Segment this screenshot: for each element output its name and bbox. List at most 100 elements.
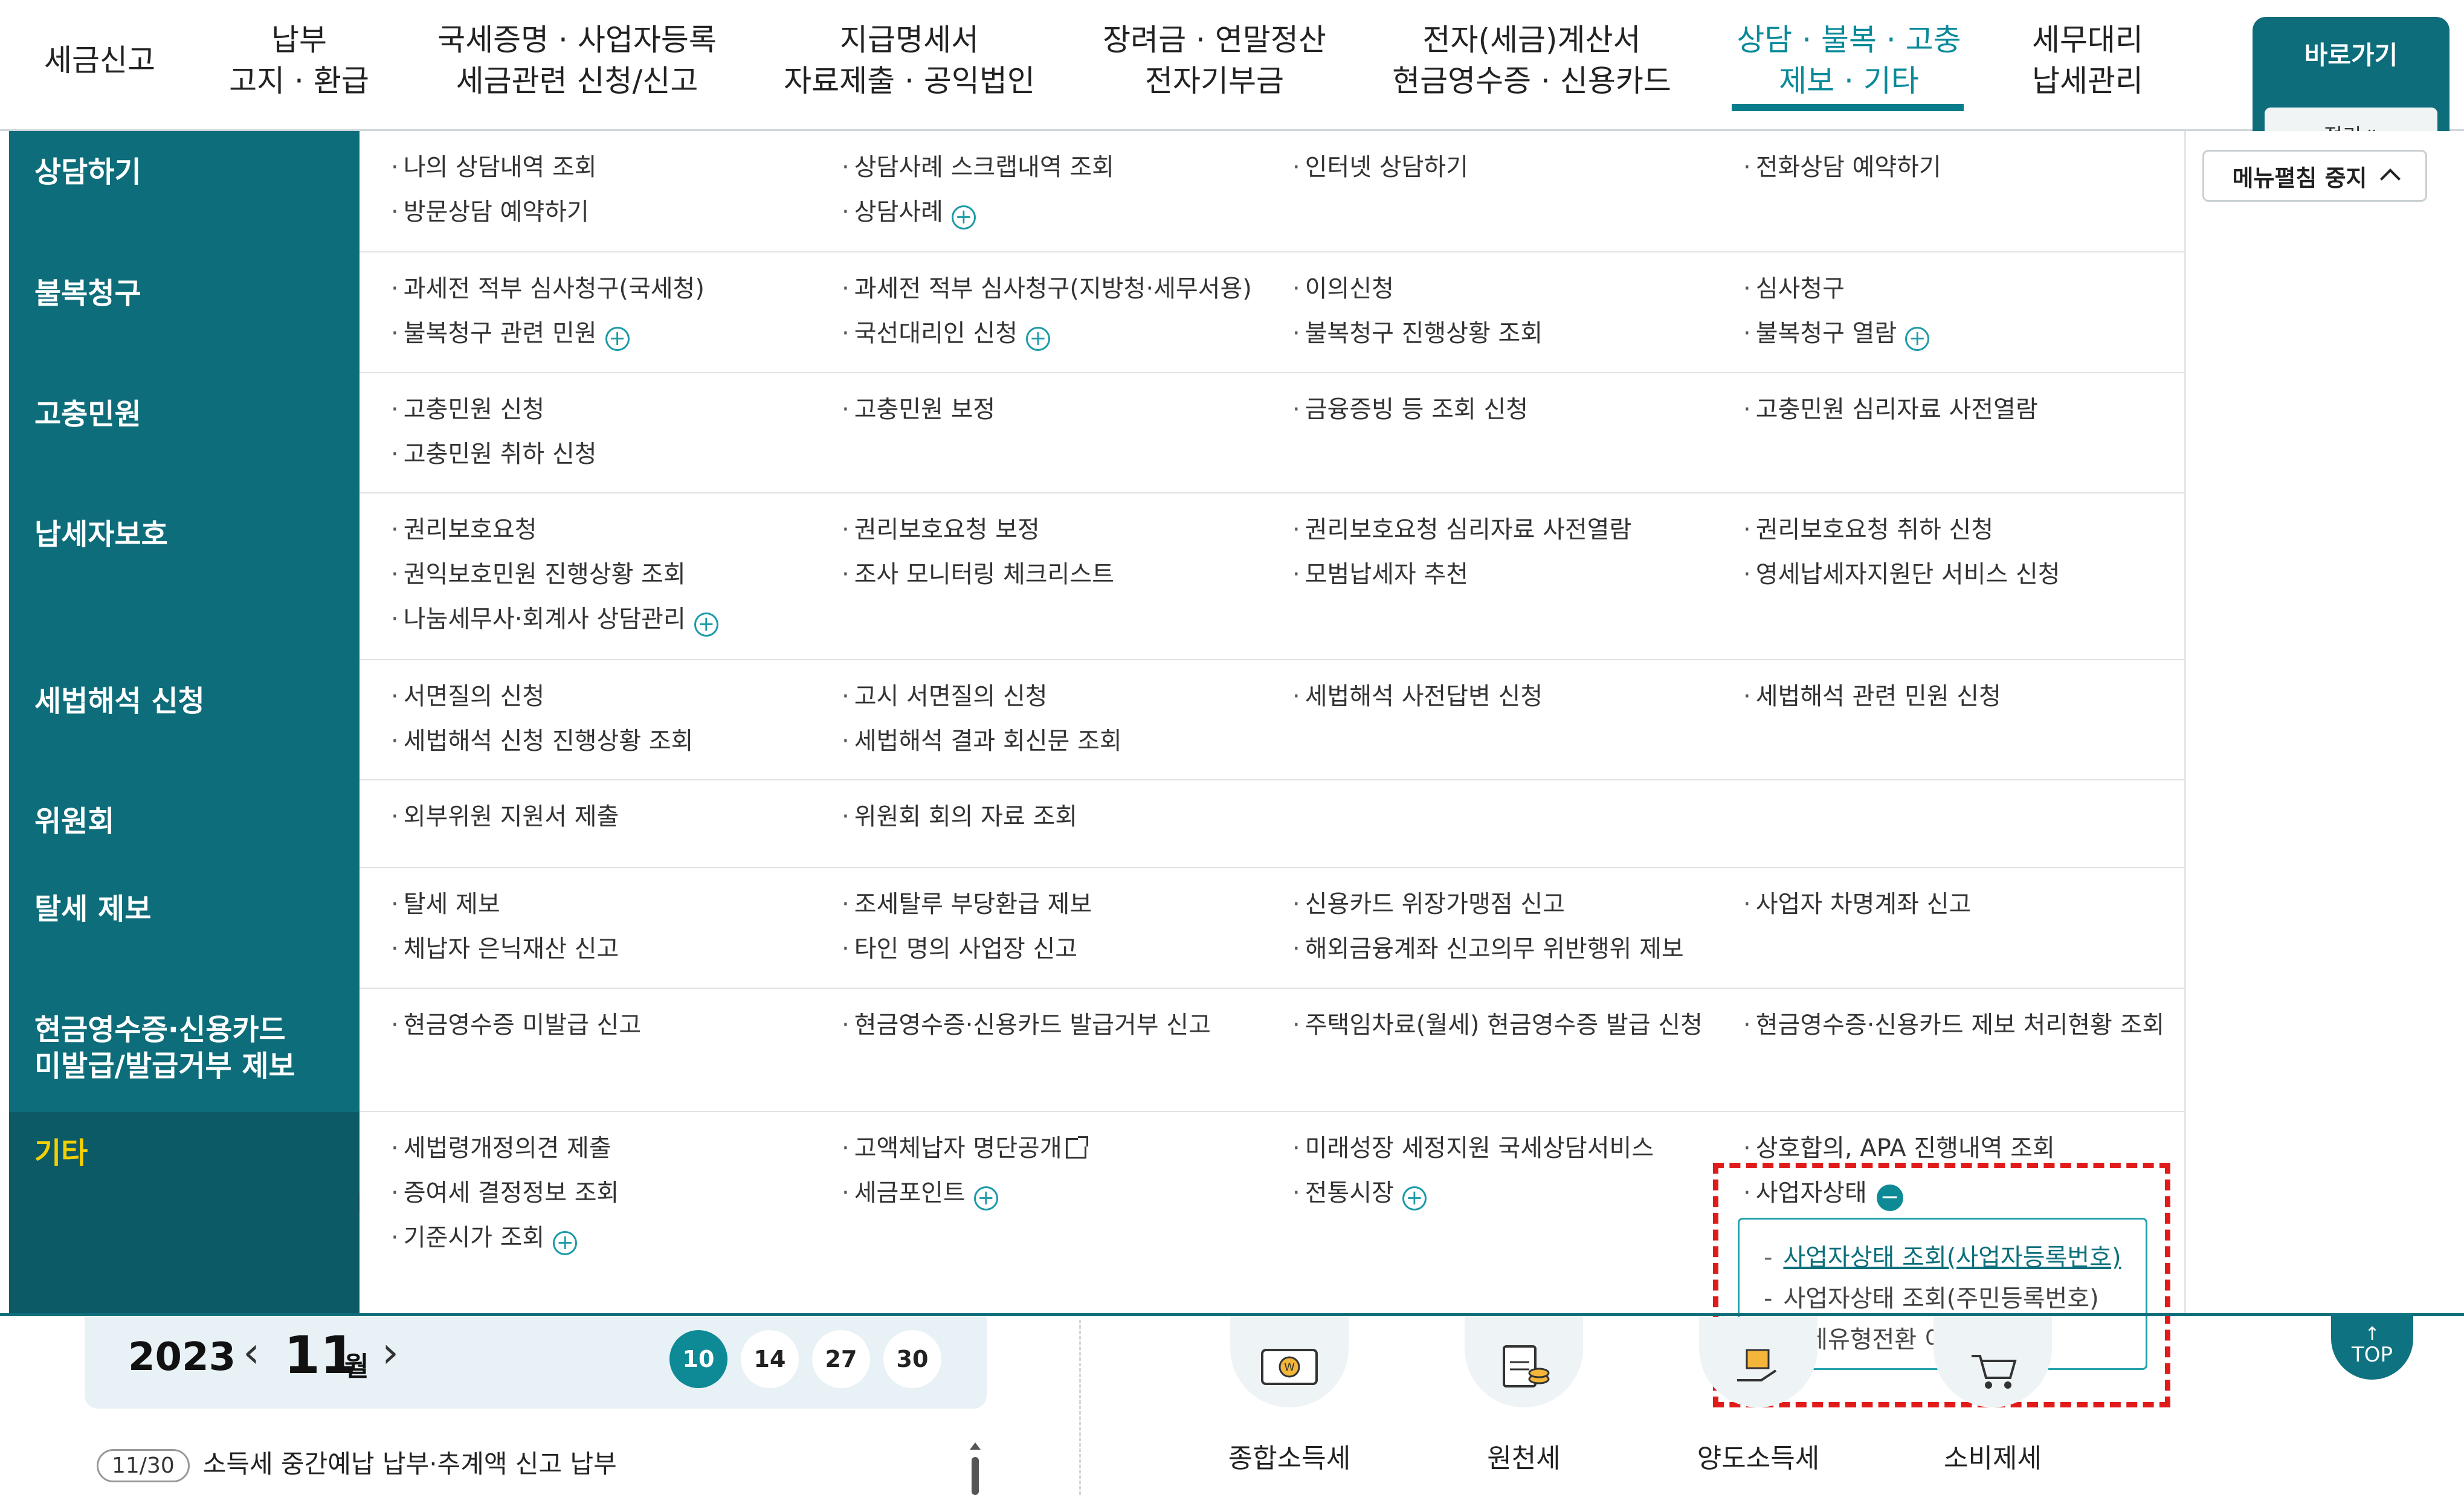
- menu-item[interactable]: · 세법해석 신청 진행상황 조회: [391, 727, 693, 756]
- menu-item[interactable]: · 고충민원 보정: [842, 395, 995, 424]
- menu-item[interactable]: · 현금영수증·신용카드 발급거부 신고: [842, 1011, 1211, 1040]
- menu-item[interactable]: · 고시 서면질의 신청: [842, 682, 1048, 711]
- menu-item[interactable]: · 세법해석 결과 회신문 조회: [842, 727, 1122, 756]
- service-withholding-tax[interactable]: 원천세: [1433, 1317, 1614, 1495]
- menu-item[interactable]: · 방문상담 예약하기: [391, 198, 589, 227]
- menu-item[interactable]: · 체납자 은닉재산 신고: [391, 934, 619, 963]
- category-consult[interactable]: 상담하기: [9, 131, 360, 252]
- expand-plus-icon[interactable]: +: [1402, 1186, 1427, 1210]
- menu-item[interactable]: · 고액체납자 명단공개: [842, 1134, 1088, 1163]
- prev-month-chevron-icon[interactable]: ‹: [243, 1328, 260, 1377]
- menu-item[interactable]: · 타인 명의 사업장 신고: [842, 934, 1077, 963]
- nav-payment-statement[interactable]: 지급명세서 자료제출 · 공익법인: [773, 0, 1045, 121]
- scroll-to-top-button[interactable]: ↑ TOP: [2331, 1313, 2413, 1380]
- menu-item[interactable]: · 권익보호민원 진행상황 조회: [391, 560, 686, 589]
- nav-tax-filing[interactable]: 세금신고: [24, 0, 175, 121]
- expand-plus-icon[interactable]: +: [553, 1231, 578, 1255]
- service-global-income-tax[interactable]: W 종합소득세: [1199, 1317, 1380, 1495]
- calendar-year: 2023: [128, 1335, 236, 1380]
- menu-item[interactable]: · 모범납세자 추천: [1292, 560, 1468, 589]
- nav-payment[interactable]: 납부 고지 · 환급: [218, 0, 381, 121]
- category-tax-interpretation[interactable]: 세법해석 신청: [9, 660, 360, 780]
- scroll-up-icon[interactable]: [970, 1442, 981, 1450]
- menu-item[interactable]: · 사업자 차명계좌 신고: [1743, 890, 1971, 919]
- calendar-day[interactable]: 14: [741, 1330, 799, 1388]
- menu-item[interactable]: · 이의신청: [1292, 274, 1394, 303]
- nav-incentive[interactable]: 장려금 · 연말정산 전자기부금: [1088, 0, 1341, 121]
- menu-item[interactable]: · 주택임차료(월세) 현금영수증 발급 신청: [1292, 1011, 1703, 1040]
- service-capital-gains-tax[interactable]: 양도소득세: [1668, 1317, 1849, 1495]
- menu-item[interactable]: · 서면질의 신청: [391, 682, 544, 711]
- category-committee[interactable]: 위원회: [9, 780, 360, 868]
- menu-item[interactable]: · 나눔세무사·회계사 상담관리 +: [391, 605, 718, 637]
- menu-item[interactable]: · 권리보호요청 보정: [842, 515, 1040, 544]
- menu-item[interactable]: · 해외금융계좌 신고의무 위반행위 제보: [1292, 934, 1684, 963]
- category-tax-evasion-report[interactable]: 탈세 제보: [9, 868, 360, 989]
- menu-item[interactable]: · 외부위원 지원서 제출: [391, 802, 619, 831]
- scrollbar-thumb[interactable]: [972, 1457, 979, 1495]
- menu-item[interactable]: · 금융증빙 등 조회 신청: [1292, 395, 1528, 424]
- menu-item[interactable]: · 심사청구: [1743, 274, 1845, 303]
- menu-item[interactable]: · 신용카드 위장가맹점 신고: [1292, 890, 1565, 919]
- menu-item[interactable]: · 탈세 제보: [391, 890, 500, 919]
- category-grievance[interactable]: 고충민원: [9, 373, 360, 494]
- category-appeal[interactable]: 불복청구: [9, 252, 360, 373]
- menu-item[interactable]: · 권리보호요청: [391, 515, 537, 544]
- menu-item[interactable]: · 상호합의, APA 진행내역 조회: [1743, 1134, 2055, 1163]
- menu-item[interactable]: · 불복청구 진행상황 조회: [1292, 319, 1543, 348]
- shortcut-button[interactable]: 바로가기: [2253, 17, 2449, 89]
- nav-tax-agent[interactable]: 세무대리 납세관리: [2018, 0, 2157, 121]
- nav-e-invoice[interactable]: 전자(세금)계산서 현금영수증 · 신용카드: [1384, 0, 1680, 121]
- menu-item[interactable]: · 기준시가 조회 +: [391, 1223, 578, 1255]
- expand-plus-icon[interactable]: +: [694, 612, 718, 637]
- menu-expand-toggle-button[interactable]: 메뉴펼침 중지: [2202, 150, 2427, 202]
- menu-item[interactable]: · 증여세 결정정보 조회: [391, 1178, 619, 1207]
- expand-plus-icon[interactable]: +: [973, 1186, 998, 1210]
- calendar-day[interactable]: 27: [812, 1330, 870, 1388]
- nav-consult-appeal[interactable]: 상담 · 불복 · 고충 제보 · 기타: [1716, 0, 1982, 121]
- schedule-item[interactable]: 11/30 소득세 중간예납 납부·추계액 신고 납부: [97, 1444, 617, 1482]
- menu-item[interactable]: · 국선대리인 신청 +: [842, 319, 1051, 351]
- menu-item[interactable]: · 세금포인트 +: [842, 1178, 998, 1210]
- menu-item[interactable]: · 세법해석 관련 민원 신청: [1743, 682, 2001, 711]
- menu-item[interactable]: · 과세전 적부 심사청구(국세청): [391, 274, 705, 303]
- nav-certificate[interactable]: 국세증명 · 사업자등록 세금관련 신청/신고: [423, 0, 731, 121]
- menu-item[interactable]: · 고충민원 취하 신청: [391, 440, 597, 469]
- menu-item[interactable]: · 불복청구 관련 민원 +: [391, 319, 630, 351]
- next-month-chevron-icon[interactable]: ›: [382, 1328, 399, 1377]
- menu-item[interactable]: · 영세납세자지원단 서비스 신청: [1743, 560, 2060, 589]
- expand-plus-icon[interactable]: +: [951, 205, 976, 230]
- menu-item[interactable]: · 조사 모니터링 체크리스트: [842, 560, 1114, 589]
- category-etc[interactable]: 기타: [9, 1112, 360, 1315]
- menu-item[interactable]: · 과세전 적부 심사청구(지방청·세무서용): [842, 274, 1252, 303]
- category-taxpayer-protection[interactable]: 납세자보호: [9, 494, 360, 660]
- right-panel: [2184, 131, 2464, 1315]
- menu-item[interactable]: · 현금영수증·신용카드 제보 처리현황 조회: [1743, 1011, 2164, 1040]
- menu-item[interactable]: · 불복청구 열람 +: [1743, 319, 1930, 351]
- expand-plus-icon[interactable]: +: [605, 327, 630, 351]
- menu-item[interactable]: · 권리보호요청 심리자료 사전열람: [1292, 515, 1631, 544]
- menu-item[interactable]: · 세법해석 사전답변 신청: [1292, 682, 1543, 711]
- hand-house-icon: [1699, 1317, 1817, 1407]
- menu-item[interactable]: · 세법령개정의견 제출: [391, 1134, 611, 1163]
- menu-item[interactable]: · 권리보호요청 취하 신청: [1743, 515, 1993, 544]
- calendar-month-unit: 월: [344, 1351, 369, 1382]
- menu-item[interactable]: · 상담사례 스크랩내역 조회: [842, 153, 1114, 182]
- menu-item[interactable]: · 상담사례 +: [842, 198, 976, 230]
- calendar-day-selected[interactable]: 10: [669, 1330, 727, 1388]
- menu-item[interactable]: · 인터넷 상담하기: [1292, 153, 1468, 182]
- service-consumption-tax[interactable]: 소비제세: [1902, 1317, 2083, 1495]
- menu-item[interactable]: · 위원회 회의 자료 조회: [842, 802, 1077, 831]
- expand-plus-icon[interactable]: +: [1905, 327, 1930, 351]
- menu-item[interactable]: · 현금영수증 미발급 신고: [391, 1011, 641, 1040]
- expand-plus-icon[interactable]: +: [1026, 327, 1051, 351]
- menu-item[interactable]: · 고충민원 신청: [391, 395, 544, 424]
- menu-item[interactable]: · 나의 상담내역 조회: [391, 153, 597, 182]
- menu-item[interactable]: · 조세탈루 부당환급 제보: [842, 890, 1092, 919]
- category-cash-receipt-report[interactable]: 현금영수증·신용카드 미발급/발급거부 제보: [9, 989, 360, 1112]
- menu-item[interactable]: · 전화상담 예약하기: [1743, 153, 1941, 182]
- menu-item[interactable]: · 고충민원 심리자료 사전열람: [1743, 395, 2038, 424]
- calendar-day[interactable]: 30: [883, 1330, 941, 1388]
- menu-item[interactable]: · 미래성장 세정지원 국세상담서비스: [1292, 1134, 1654, 1163]
- menu-item[interactable]: · 전통시장 +: [1292, 1178, 1427, 1210]
